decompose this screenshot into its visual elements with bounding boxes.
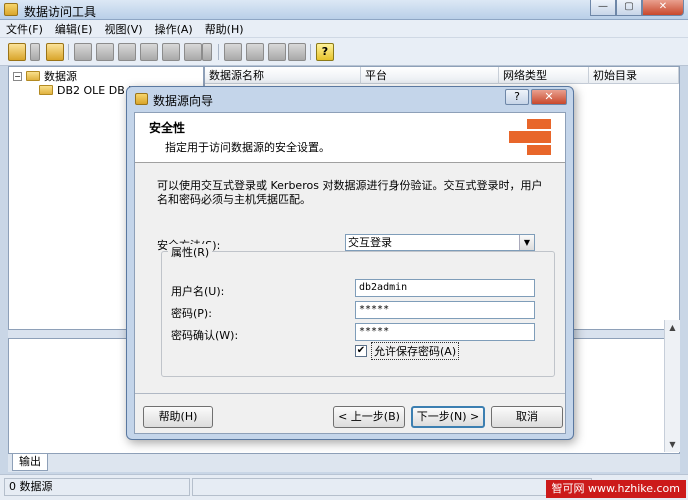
username-input[interactable]: db2admin: [355, 279, 535, 297]
dropdown-arrow-icon[interactable]: [30, 43, 40, 61]
arrow-up-icon[interactable]: [268, 43, 286, 61]
dialog-icon: [135, 93, 148, 105]
toolbar: ?: [0, 38, 688, 66]
site-watermark: 智可网 www.hzhike.com: [545, 480, 686, 498]
menu-edit[interactable]: 编辑(E): [55, 21, 93, 37]
column-header-platform[interactable]: 平台: [361, 67, 499, 84]
menu-bar: 文件(F) 编辑(E) 视图(V) 操作(A) 帮助(H): [0, 20, 688, 38]
open-folder-icon: [39, 85, 53, 95]
cancel-button[interactable]: 取消: [491, 406, 563, 428]
save-password-row[interactable]: ✔ 允许保存密码(A): [355, 342, 460, 360]
copy-icon[interactable]: [118, 43, 136, 61]
wizard-logo-icon: [509, 119, 553, 157]
dialog-close-button[interactable]: ✕: [531, 89, 567, 105]
security-method-select[interactable]: 交互登录 ▼: [345, 234, 535, 251]
status-segment: [192, 478, 592, 496]
menu-view[interactable]: 视图(V): [104, 21, 142, 37]
output-tab-bar: 输出: [8, 454, 680, 472]
password-label: 密码(P):: [171, 307, 212, 320]
main-title-bar[interactable]: 数据访问工具 — ▢ ✕: [0, 0, 688, 20]
open-icon[interactable]: [46, 43, 64, 61]
tab-output[interactable]: 输出: [12, 454, 48, 471]
help-icon[interactable]: ?: [316, 43, 334, 61]
column-header-name[interactable]: 数据源名称: [205, 67, 361, 84]
dialog-title-bar[interactable]: 数据源向导 ? ✕: [127, 87, 573, 111]
username-label: 用户名(U):: [171, 285, 225, 298]
close-button[interactable]: ✕: [642, 0, 684, 16]
help-button[interactable]: 帮助(H): [143, 406, 213, 428]
disconnect-icon[interactable]: [162, 43, 180, 61]
properties-legend: 属性(R): [168, 244, 213, 260]
banner-subtitle: 指定用于访问数据源的安全设置。: [165, 141, 330, 154]
datasource-wizard-dialog: 数据源向导 ? ✕ 安全性 指定用于访问数据源的安全设置。 可以使用交互式登录或…: [126, 86, 574, 440]
square-icon[interactable]: [246, 43, 264, 61]
dialog-help-button[interactable]: ?: [505, 89, 529, 105]
tree-root[interactable]: − 数据源: [13, 69, 77, 83]
confirm-password-label: 密码确认(W):: [171, 329, 239, 342]
column-header-catalog[interactable]: 初始目录: [589, 67, 679, 84]
connect-icon[interactable]: [140, 43, 158, 61]
dialog-body: 安全性 指定用于访问数据源的安全设置。 可以使用交互式登录或 Kerberos …: [134, 112, 566, 434]
status-datasource-count: 0 数据源: [4, 478, 190, 496]
preview-icon[interactable]: [96, 43, 114, 61]
next-button[interactable]: 下一步(N) >: [411, 406, 485, 428]
package-icon[interactable]: [184, 43, 202, 61]
maximize-button[interactable]: ▢: [616, 0, 642, 16]
dialog-title: 数据源向导: [153, 94, 214, 108]
security-method-value: 交互登录: [348, 236, 392, 249]
edit-icon[interactable]: [74, 43, 92, 61]
back-button[interactable]: < 上一步(B): [333, 406, 405, 428]
stop-icon[interactable]: [224, 43, 242, 61]
app-icon: [4, 3, 18, 16]
banner-title: 安全性: [149, 121, 186, 135]
menu-file[interactable]: 文件(F): [6, 21, 43, 37]
toolbar-separator: [68, 44, 69, 60]
password-input[interactable]: *****: [355, 301, 535, 319]
tree-root-label: 数据源: [44, 70, 77, 83]
chevron-down-icon[interactable]: ▼: [519, 235, 534, 250]
menu-action[interactable]: 操作(A): [155, 21, 193, 37]
save-password-checkbox[interactable]: ✔: [355, 345, 367, 357]
toolbar-separator: [310, 44, 311, 60]
save-password-label[interactable]: 允许保存密码(A): [371, 342, 460, 360]
new-datasource-icon[interactable]: [8, 43, 26, 61]
scroll-up-icon[interactable]: ▲: [665, 320, 680, 335]
scroll-down-icon[interactable]: ▼: [665, 437, 680, 452]
window-controls: — ▢ ✕: [590, 0, 684, 16]
output-scrollbar[interactable]: ▲ ▼: [664, 320, 680, 452]
dropdown-arrow-icon[interactable]: [202, 43, 212, 61]
column-header-network[interactable]: 网络类型: [499, 67, 589, 84]
collapse-icon[interactable]: −: [13, 71, 22, 81]
confirm-password-input[interactable]: *****: [355, 323, 535, 341]
wizard-banner: 安全性 指定用于访问数据源的安全设置。: [135, 113, 565, 163]
list-header: 数据源名称 平台 网络类型 初始目录: [205, 67, 679, 84]
security-description: 可以使用交互式登录或 Kerberos 对数据源进行身份验证。交互式登录时，用户…: [157, 179, 543, 206]
folder-icon: [26, 71, 40, 81]
menu-help[interactable]: 帮助(H): [205, 21, 244, 37]
wizard-footer: 帮助(H) < 上一步(B) 下一步(N) > 取消: [135, 393, 565, 435]
toolbar-separator: [218, 44, 219, 60]
minimize-button[interactable]: —: [590, 0, 616, 16]
app-title: 数据访问工具: [24, 5, 97, 19]
arrow-down-icon[interactable]: [288, 43, 306, 61]
